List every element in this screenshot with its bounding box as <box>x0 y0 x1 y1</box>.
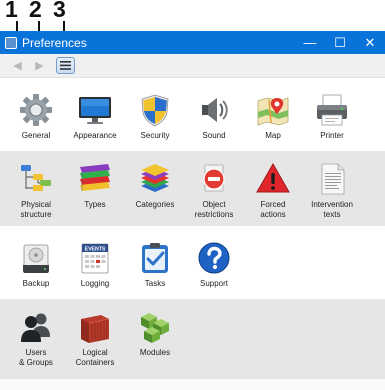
monitor-icon <box>79 97 111 124</box>
preferences-row-1: General Appearance Security Sound Map Pr… <box>0 78 385 151</box>
stacked-layers-icon <box>141 164 169 192</box>
speaker-icon <box>202 98 228 122</box>
pref-logical-containers-label: Logical Containers <box>75 348 115 367</box>
pref-sound-label: Sound <box>202 131 226 140</box>
pref-backup-label: Backup <box>22 279 50 288</box>
pref-appearance-label: Appearance <box>73 131 117 140</box>
minimize-button[interactable]: — <box>295 31 325 54</box>
pref-types[interactable]: Types <box>65 161 125 210</box>
hierarchy-icon <box>21 165 51 191</box>
document-icon <box>321 163 345 195</box>
help-icon <box>198 242 230 274</box>
annotation-2: 2 <box>29 0 42 22</box>
printer-icon <box>317 94 347 126</box>
pref-logical-containers[interactable]: Logical Containers <box>65 309 125 368</box>
pref-appearance[interactable]: Appearance <box>65 92 125 141</box>
pref-intervention-texts[interactable]: Intervention texts <box>302 161 362 220</box>
pref-map-label: Map <box>265 131 281 140</box>
pref-printer[interactable]: Printer <box>302 92 362 141</box>
pref-categories-label: Categories <box>135 200 175 209</box>
pref-security-label: Security <box>140 131 170 140</box>
cubes-icon <box>141 313 169 343</box>
annotation-3: 3 <box>53 0 66 22</box>
window-controls: — ☐ ✕ <box>295 31 385 54</box>
window-title: Preferences <box>22 35 87 50</box>
window-bottom-edge <box>0 379 385 390</box>
gear-icon <box>20 94 52 126</box>
pref-general[interactable]: General <box>6 92 66 141</box>
annotation-1: 1 <box>5 0 18 22</box>
close-button[interactable]: ✕ <box>355 31 385 54</box>
pref-users-groups-label: Users & Groups <box>19 348 53 367</box>
preferences-row-4: Users & Groups Logical Containers Module… <box>0 299 385 379</box>
pref-support-label: Support <box>199 279 229 288</box>
pref-intervention-texts-label: Intervention texts <box>311 200 353 219</box>
pref-object-restrictions[interactable]: Object restrictions <box>184 161 244 220</box>
pref-modules[interactable]: Modules <box>125 309 185 358</box>
preferences-row-2: Physical structure Types Categories Obje… <box>0 151 385 226</box>
pref-logging[interactable]: EVENTS Logging <box>65 240 125 289</box>
pref-physical-structure[interactable]: Physical structure <box>6 161 66 220</box>
pref-physical-structure-label: Physical structure <box>20 200 52 219</box>
pref-forced-actions-label: Forced actions <box>260 200 286 219</box>
calendar-icon: EVENTS <box>81 243 109 274</box>
pref-security[interactable]: Security <box>125 92 185 141</box>
warning-icon <box>256 162 290 193</box>
maximize-button[interactable]: ☐ <box>325 31 355 54</box>
clipboard-icon <box>142 243 168 273</box>
pref-tasks-label: Tasks <box>144 279 166 288</box>
forward-button[interactable]: ▶ <box>31 57 48 74</box>
list-icon <box>60 61 71 70</box>
no-entry-icon <box>203 164 225 192</box>
stacked-bars-icon <box>80 164 110 191</box>
pref-tasks[interactable]: Tasks <box>125 240 185 289</box>
pref-forced-actions[interactable]: Forced actions <box>243 161 303 220</box>
pref-logging-label: Logging <box>80 279 110 288</box>
pref-modules-label: Modules <box>139 348 171 357</box>
drive-icon <box>23 244 49 273</box>
container-icon <box>81 315 110 343</box>
pref-users-groups[interactable]: Users & Groups <box>6 309 66 368</box>
pref-backup[interactable]: Backup <box>6 240 66 289</box>
pref-categories[interactable]: Categories <box>125 161 185 210</box>
pref-object-restrictions-label: Object restrictions <box>194 200 234 219</box>
users-icon <box>21 313 50 342</box>
shield-icon <box>141 94 169 127</box>
toolbar: ◀ ▶ <box>0 54 385 78</box>
pref-types-label: Types <box>84 200 106 209</box>
pref-sound[interactable]: Sound <box>184 92 244 141</box>
calendar-icon-text: EVENTS <box>85 246 106 252</box>
app-icon <box>5 36 17 49</box>
pref-general-label: General <box>21 131 51 140</box>
show-all-button[interactable] <box>56 57 75 74</box>
pref-support[interactable]: Support <box>184 240 244 289</box>
pref-map[interactable]: Map <box>243 92 303 141</box>
back-button[interactable]: ◀ <box>9 57 26 74</box>
map-icon <box>257 97 289 126</box>
title-bar[interactable]: Preferences — ☐ ✕ <box>0 31 385 54</box>
pref-printer-label: Printer <box>320 131 344 140</box>
preferences-row-3: Backup EVENTS Logging Tasks Support <box>0 226 385 299</box>
